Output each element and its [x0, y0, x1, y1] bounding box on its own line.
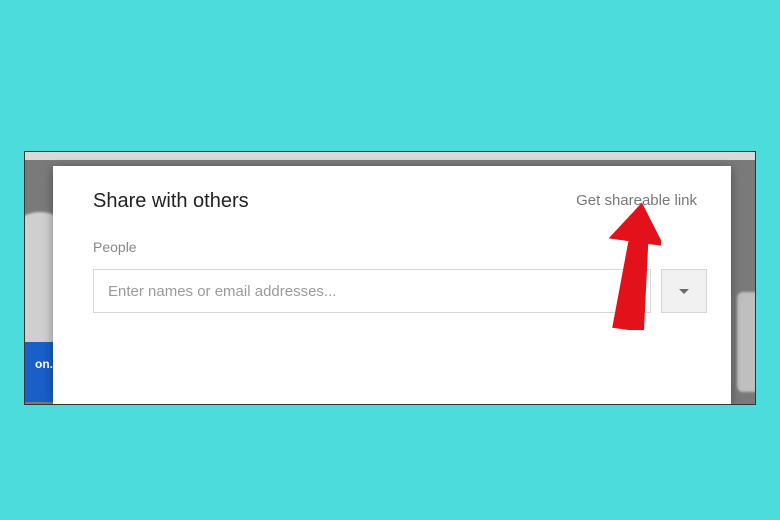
permission-dropdown[interactable]	[661, 269, 707, 313]
get-shareable-link-button[interactable]: Get shareable link	[576, 192, 697, 209]
dialog-header: Share with others Get shareable link	[53, 166, 731, 213]
chevron-down-icon	[679, 289, 689, 294]
people-label: People	[53, 213, 731, 255]
people-input[interactable]	[93, 269, 651, 313]
dialog-title: Share with others	[93, 190, 249, 213]
people-input-row	[53, 255, 731, 313]
share-dialog: Share with others Get shareable link Peo…	[53, 166, 731, 404]
screenshot-frame: on. Share with others Get shareable link…	[24, 151, 756, 405]
background-blur-right	[737, 292, 756, 392]
